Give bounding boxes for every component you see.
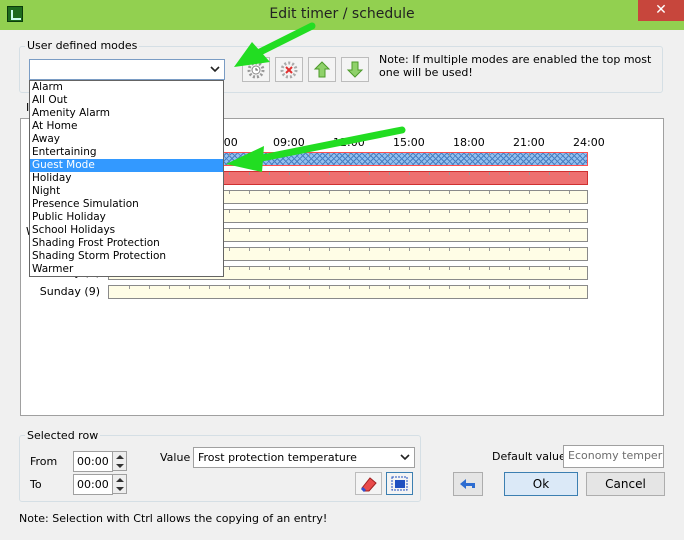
dropdown-item[interactable]: At Home xyxy=(30,120,223,133)
dropdown-item[interactable]: Warmer xyxy=(30,263,223,276)
dropdown-item[interactable]: Entertaining xyxy=(30,146,223,159)
stepper-down-icon[interactable] xyxy=(116,464,124,468)
value-combo[interactable]: Frost protection temperature xyxy=(193,447,415,468)
time-tick-label: 18:00 xyxy=(453,136,485,149)
default-value-label: Default value xyxy=(492,450,566,463)
modes-note: Note: If multiple modes are enabled the … xyxy=(379,53,652,79)
to-time-stepper[interactable] xyxy=(112,474,127,494)
from-label: From xyxy=(30,455,58,468)
move-down-button[interactable] xyxy=(341,57,369,82)
default-value-field[interactable]: Economy temperatu xyxy=(563,445,664,468)
dropdown-item[interactable]: School Holidays xyxy=(30,224,223,237)
annotation-arrow xyxy=(234,22,316,67)
value-combo-value: Frost protection temperature xyxy=(198,451,357,464)
dropdown-item[interactable]: Shading Frost Protection xyxy=(30,237,223,250)
time-tick-label: 24:00 xyxy=(573,136,605,149)
to-label: To xyxy=(30,478,42,491)
schedule-bar[interactable] xyxy=(108,285,588,299)
modes-dropdown-list[interactable]: Alarm All Out Amenity Alarm At Home Away Ente… xyxy=(29,80,224,277)
modes-combo[interactable] xyxy=(29,59,225,80)
window-title: Edit timer / schedule xyxy=(269,6,415,22)
dropdown-item[interactable]: Shading Storm Protection xyxy=(30,250,223,263)
stepper-up-icon[interactable] xyxy=(116,478,124,482)
dropdown-item[interactable]: Guest Mode xyxy=(30,159,223,172)
stepper-up-icon[interactable] xyxy=(116,455,124,459)
stepper-down-icon[interactable] xyxy=(116,487,124,491)
footer-note: Note: Selection with Ctrl allows the cop… xyxy=(19,512,328,525)
from-time-stepper[interactable] xyxy=(112,451,127,471)
time-tick-label: 21:00 xyxy=(513,136,545,149)
close-button[interactable]: ✕ xyxy=(638,0,684,21)
dropdown-item[interactable]: Presence Simulation xyxy=(30,198,223,211)
back-button[interactable] xyxy=(453,472,483,496)
select-all-icon xyxy=(391,476,408,491)
selected-row-label: Selected row xyxy=(25,429,101,442)
ok-button[interactable]: Ok xyxy=(504,472,578,496)
select-all-button[interactable] xyxy=(386,472,413,495)
modes-group-label: User defined modes xyxy=(25,39,140,52)
annotation-arrow xyxy=(226,126,406,172)
to-time-input[interactable]: 00:00 xyxy=(73,474,113,495)
undo-arrow-icon xyxy=(460,479,475,489)
dropdown-item[interactable]: Away xyxy=(30,133,223,146)
dropdown-item[interactable]: Alarm xyxy=(30,81,223,94)
dropdown-item[interactable]: All Out xyxy=(30,94,223,107)
day-label: Sunday (9) xyxy=(39,285,100,298)
clear-entry-button[interactable] xyxy=(355,472,382,495)
value-label: Value xyxy=(160,451,191,464)
chevron-down-icon xyxy=(400,454,410,461)
dropdown-item[interactable]: Amenity Alarm xyxy=(30,107,223,120)
cancel-button[interactable]: Cancel xyxy=(586,472,665,496)
eraser-icon xyxy=(360,477,377,493)
dropdown-item[interactable]: Night xyxy=(30,185,223,198)
dropdown-item[interactable]: Holiday xyxy=(30,172,223,185)
arrow-down-icon xyxy=(346,61,364,78)
from-time-input[interactable]: 00:00 xyxy=(73,451,113,472)
dropdown-item[interactable]: Public Holiday xyxy=(30,211,223,224)
